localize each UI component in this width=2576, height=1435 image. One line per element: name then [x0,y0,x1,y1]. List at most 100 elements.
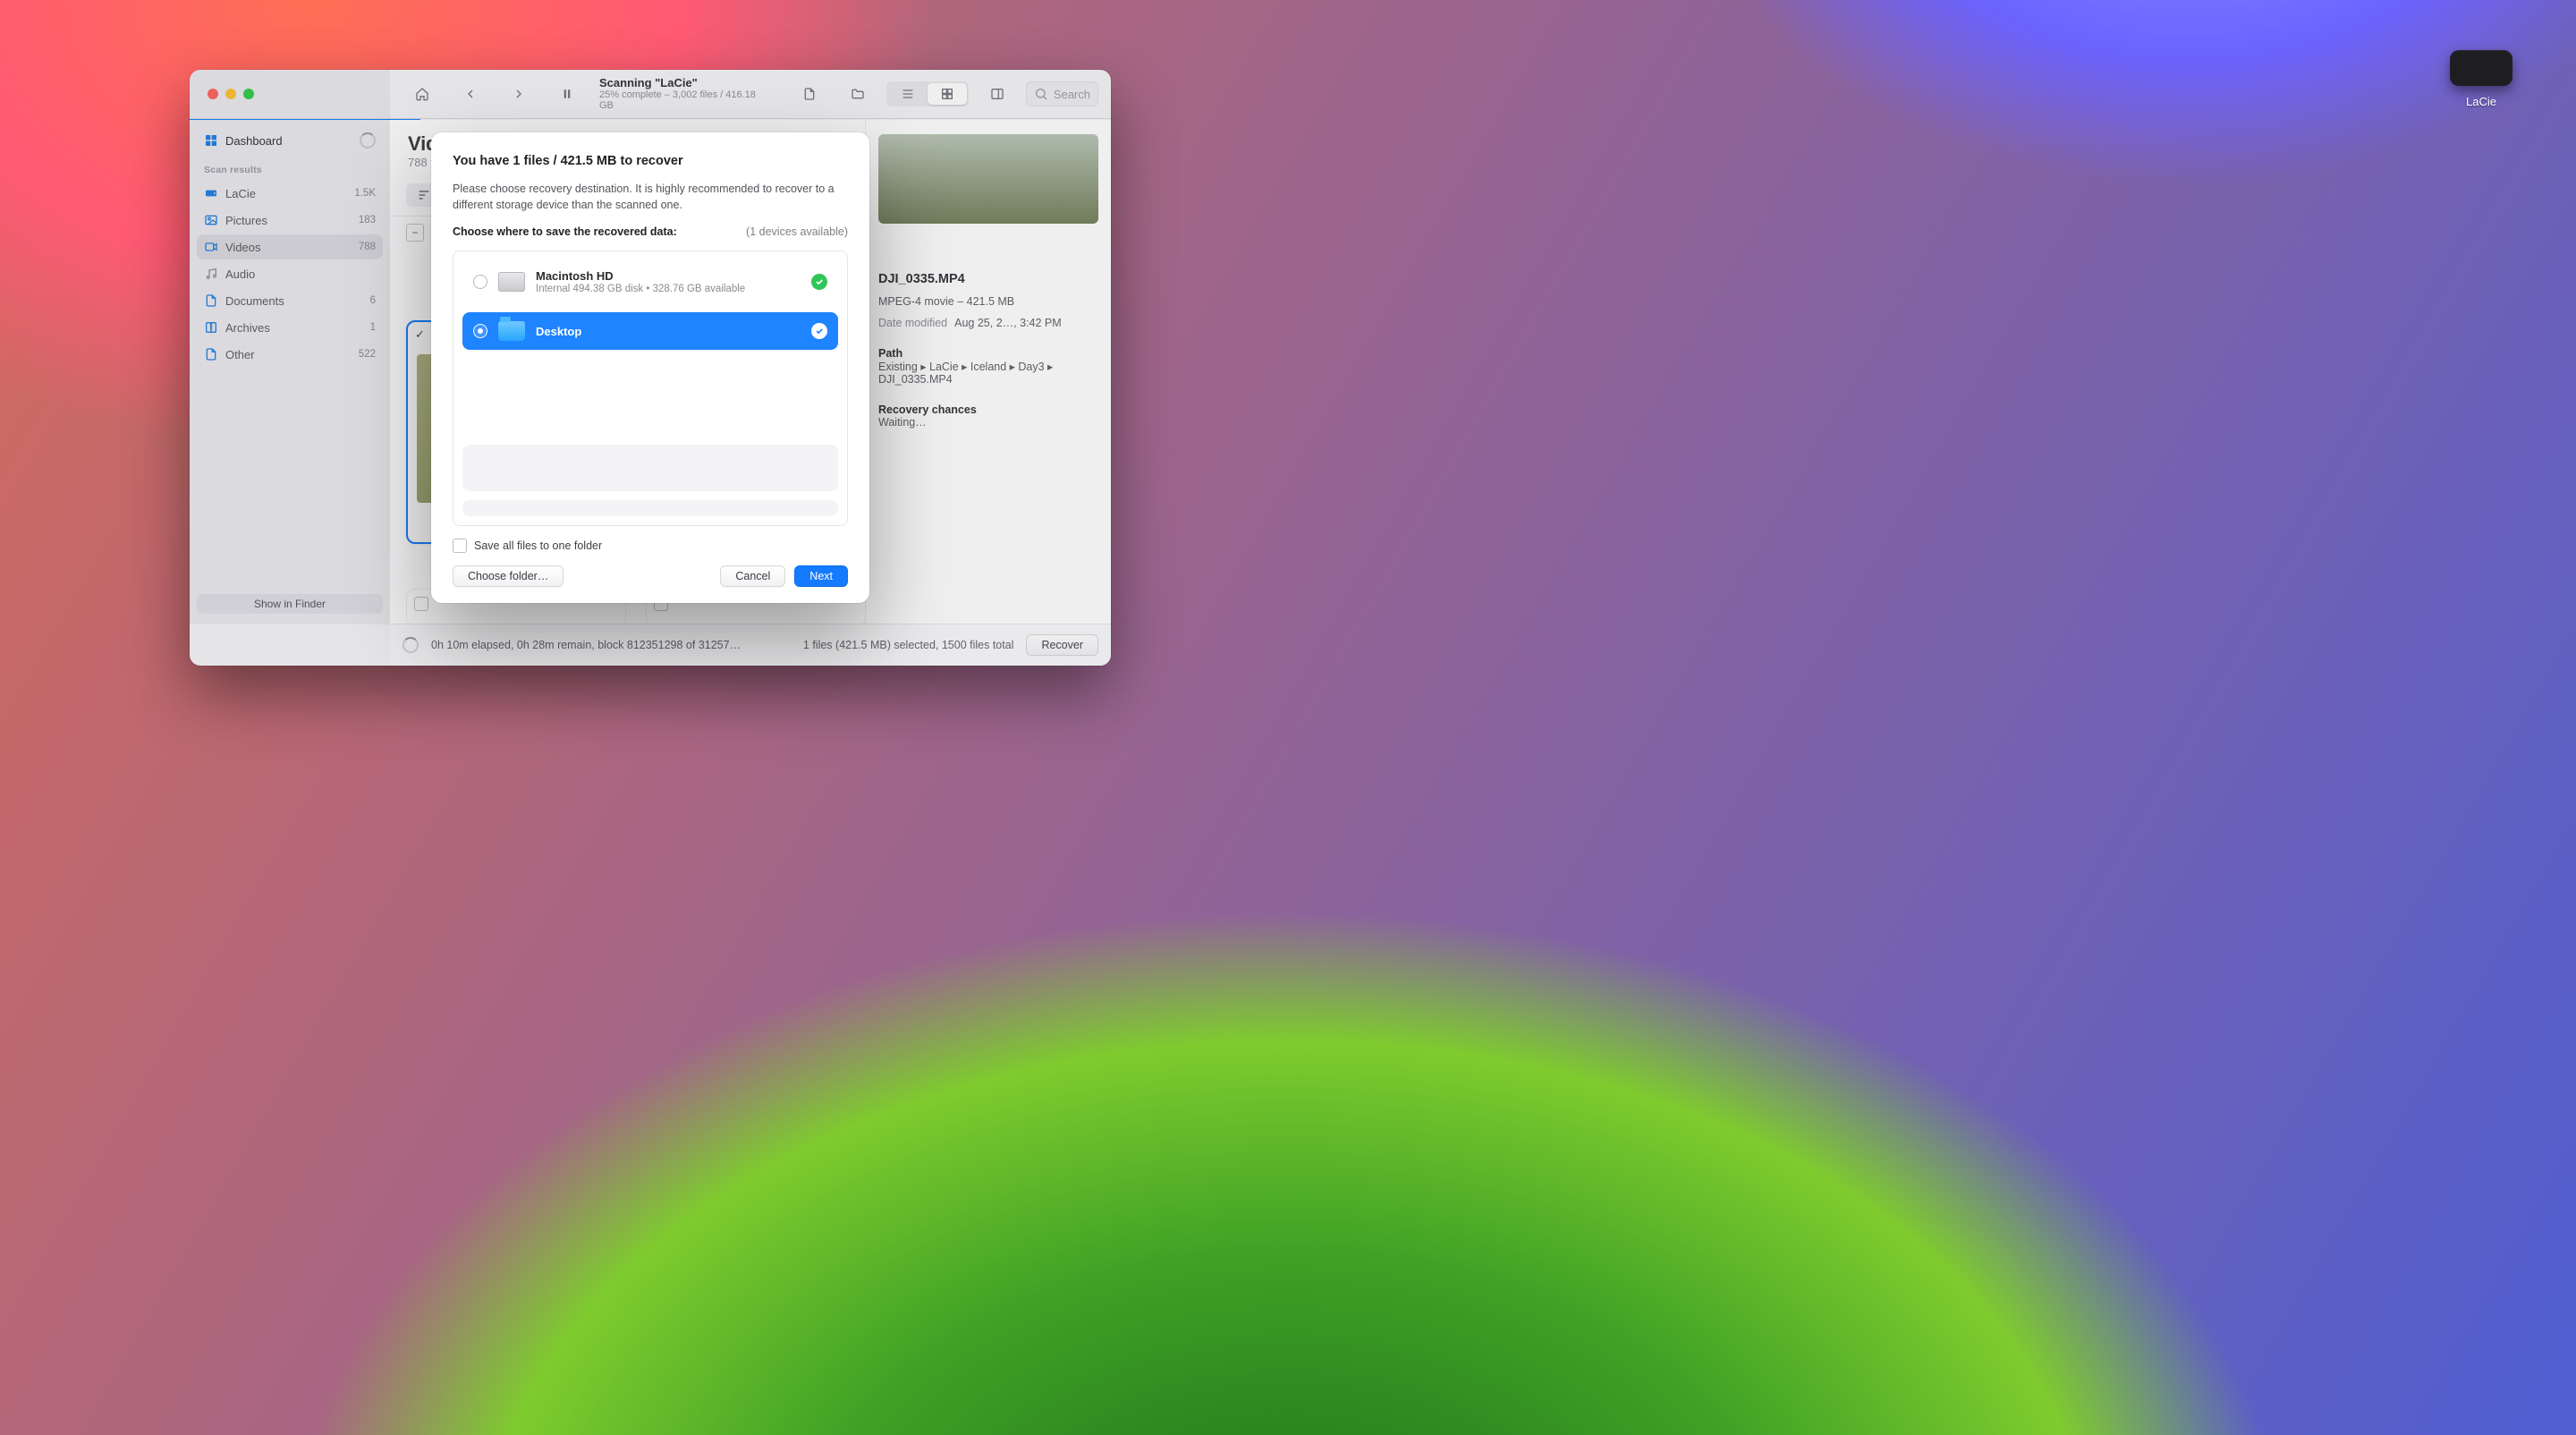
scan-status: Scanning "LaCie" 25% complete – 3,002 fi… [599,77,767,112]
dest-ok-badge [811,274,827,290]
window-minimize[interactable] [225,89,236,99]
scan-subtitle: 25% complete – 3,002 files / 416.18 GB [599,89,767,111]
sidebar-item-videos[interactable]: Videos 788 [197,234,383,259]
dashboard-icon [204,133,218,148]
sidebar-item-count: 183 [359,215,376,225]
nav-forward[interactable] [499,81,538,106]
dest-subtitle: Internal 494.38 GB disk • 328.76 GB avai… [536,284,745,294]
sidebar-item-label: Audio [225,267,255,281]
sliders-icon [417,188,431,202]
view-list[interactable] [888,83,928,105]
chevron-right-icon [512,87,526,101]
dest-desktop[interactable]: Desktop [462,312,838,350]
dest-ok-badge [811,323,827,339]
document-icon [204,293,218,308]
scan-title: Scanning "LaCie" [599,77,767,90]
sidebar-item-label: LaCie [225,187,256,200]
sidebar-item-label: Archives [225,321,270,335]
sidebar: Dashboard Scan results LaCie 1.5K Pictur… [190,120,390,624]
sidebar-item-count: 1.5K [354,188,376,199]
search-icon [1034,87,1048,101]
sidebar-section-title: Scan results [197,156,383,179]
sidebar-item-label: Other [225,348,255,361]
sidebar-item-pictures[interactable]: Pictures 183 [197,208,383,233]
inspector-filename: DJI_0335.MP4 [878,272,1098,286]
home-icon [415,87,429,101]
disk-icon [2450,50,2512,86]
dest-empty-slot [462,445,838,491]
spinner-icon [402,637,419,653]
view-mode-segment [886,81,969,106]
sidebar-item-archives[interactable]: Archives 1 [197,315,383,340]
status-selected: 1 files (421.5 MB) selected, 1500 files … [803,639,1014,651]
spinner-icon [360,132,376,149]
cancel-button[interactable]: Cancel [720,565,785,587]
save-one-folder-checkbox[interactable]: Save all files to one folder [453,539,848,553]
list-icon [901,87,915,101]
toolbar: Scanning "LaCie" 25% complete – 3,002 fi… [390,70,1111,118]
next-button[interactable]: Next [794,565,848,587]
sidebar-item-audio[interactable]: Audio [197,261,383,286]
folder-desktop-icon [498,321,525,341]
deselect-button[interactable]: − [406,224,424,242]
check-icon: ✓ [415,327,425,342]
recover-button[interactable]: Recover [1026,634,1098,656]
inspector-rec-v: Waiting… [878,416,1098,429]
checkbox-icon [453,539,467,553]
pause-scan-button[interactable] [547,81,587,106]
grid-icon [940,87,954,101]
sidebar-item-count: 1 [370,322,376,333]
traffic-lights [190,70,390,118]
titlebar: Scanning "LaCie" 25% complete – 3,002 fi… [190,70,1111,119]
status-bar: 0h 10m elapsed, 0h 28m remain, block 812… [390,624,1111,666]
inspector-path-v: Existing ▸ LaCie ▸ Iceland ▸ Day3 ▸ DJI_… [878,360,1098,386]
choose-destination-sheet: You have 1 files / 421.5 MB to recover P… [431,132,869,603]
check-icon [815,327,824,335]
inspector: DJI_0335.MP4 MPEG-4 movie – 421.5 MB Dat… [865,120,1111,624]
choose-folder-button[interactable]: Choose folder… [453,565,564,587]
desktop-disk-lacie[interactable]: LaCie [2428,50,2535,108]
inspector-date-v: Aug 25, 2…, 3:42 PM [954,317,1062,329]
disk-label: LaCie [2428,95,2535,108]
sidebar-item-lacie[interactable]: LaCie 1.5K [197,181,383,206]
dest-empty-slot [462,500,838,516]
new-folder-button[interactable] [838,81,877,106]
inspector-filetype: MPEG-4 movie – 421.5 MB [878,295,1098,308]
view-grid[interactable] [928,83,967,105]
dest-macintosh-hd[interactable]: Macintosh HD Internal 494.38 GB disk • 3… [462,260,838,303]
show-in-finder-button[interactable]: Show in Finder [197,594,383,614]
image-icon [204,213,218,227]
sheet-description: Please choose recovery destination. It i… [453,181,848,213]
sidebar-item-documents[interactable]: Documents 6 [197,288,383,313]
window-zoom[interactable] [243,89,254,99]
nav-back[interactable] [451,81,490,106]
sidebar-item-label: Videos [225,241,261,254]
folder-icon [851,87,865,101]
sidebar-item-count: 6 [370,295,376,306]
sheet-title: You have 1 files / 421.5 MB to recover [453,154,848,168]
file-generic-icon [204,347,218,361]
choose-where-label: Choose where to save the recovered data: [453,225,677,238]
inspector-preview [878,134,1098,224]
sidebar-item-count: 788 [359,242,376,252]
file-icon [802,87,817,101]
window-close[interactable] [208,89,218,99]
sidebar-icon [990,87,1004,101]
new-file-button[interactable] [790,81,829,106]
sidebar-item-label: Pictures [225,214,267,227]
search-field[interactable]: Search [1026,81,1098,106]
dashboard-label: Dashboard [225,134,283,148]
toggle-inspector[interactable] [978,81,1017,106]
inspector-rec-k: Recovery chances [878,403,1098,416]
sidebar-item-other[interactable]: Other 522 [197,342,383,367]
inspector-date-k: Date modified [878,317,947,329]
radio-selected-icon [473,324,487,338]
home-button[interactable] [402,81,442,106]
archive-icon [204,320,218,335]
search-placeholder: Search [1054,88,1090,101]
status-left: 0h 10m elapsed, 0h 28m remain, block 812… [431,639,741,651]
chevron-left-icon [463,87,478,101]
disk-small-icon [204,186,218,200]
pause-icon [560,87,574,101]
sidebar-dashboard[interactable]: Dashboard [197,127,383,154]
